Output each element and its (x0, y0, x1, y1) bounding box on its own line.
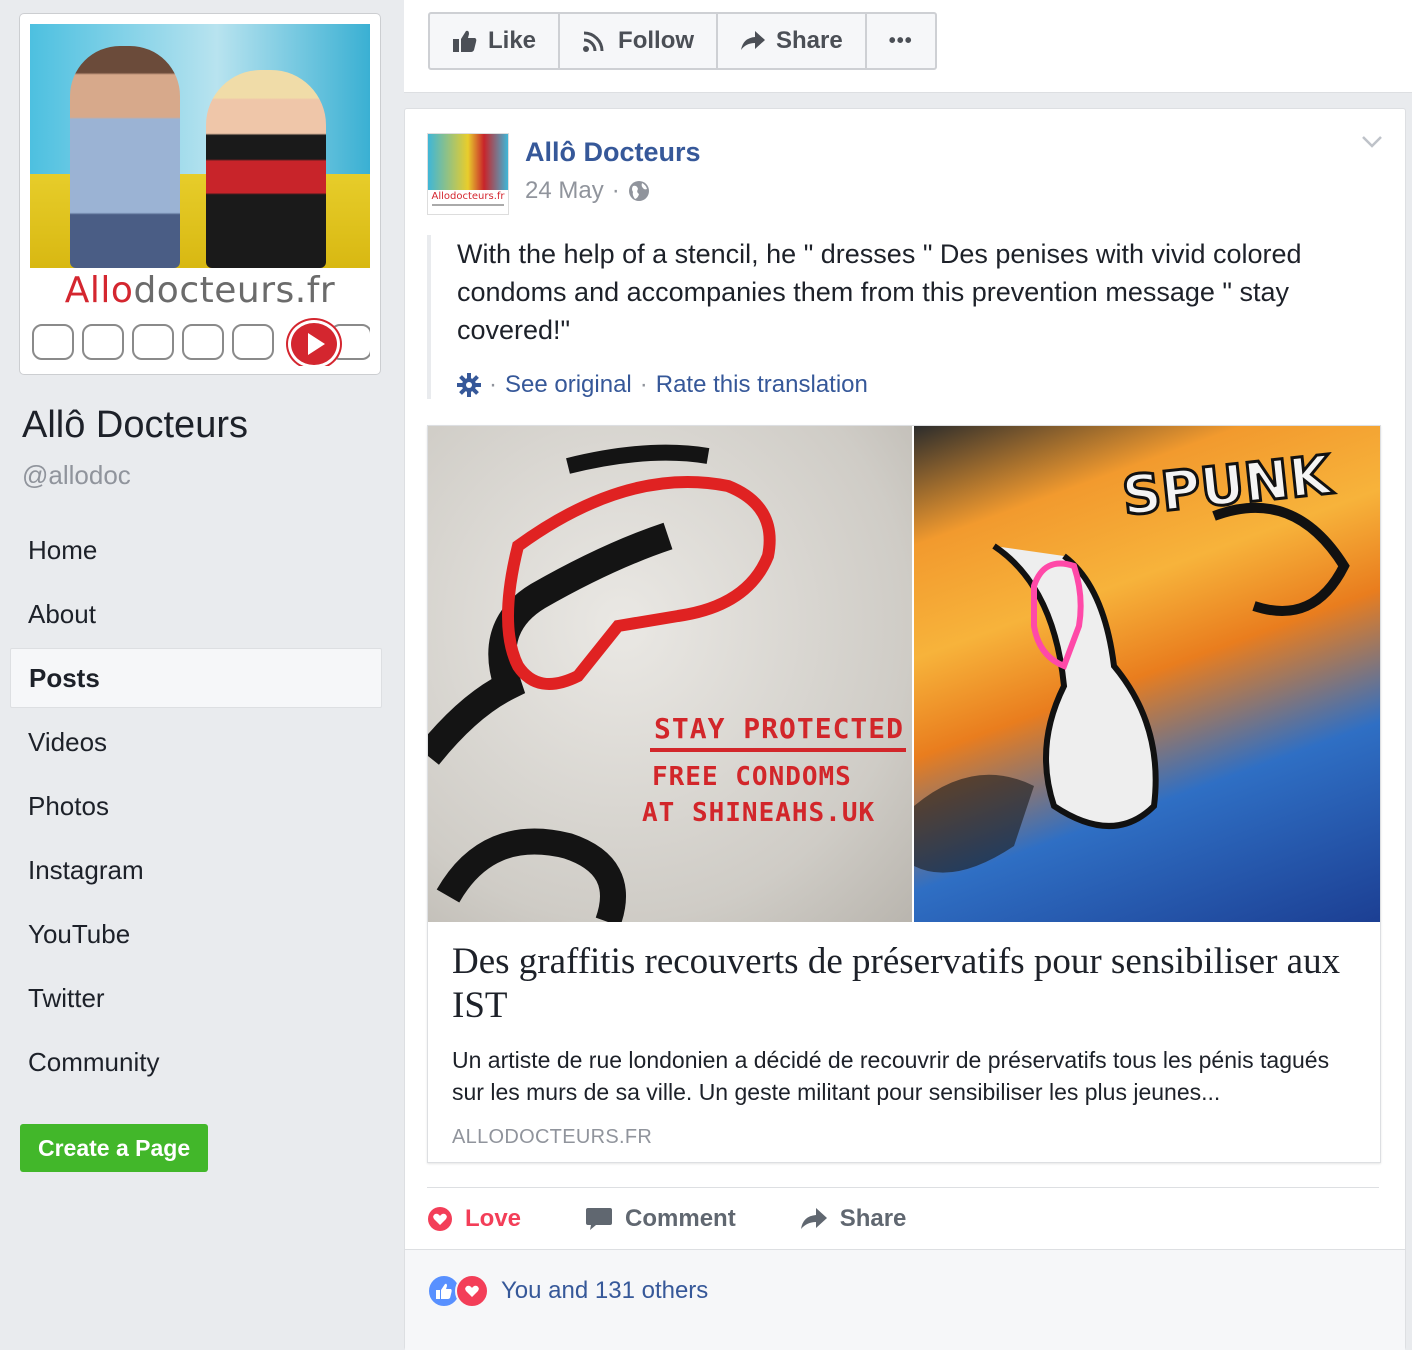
profile-picture[interactable]: Allodocteurs.fr (20, 14, 380, 374)
nav-item-photos[interactable]: Photos (10, 776, 382, 836)
post-author-name[interactable]: Allô Docteurs (525, 137, 701, 168)
link-preview-card[interactable]: STAY PROTECTED FREE CONDOMS AT SHINEAHS.… (427, 425, 1381, 1163)
globe-icon[interactable] (628, 180, 650, 202)
reaction-icons[interactable] (427, 1274, 489, 1308)
post-card: Allodocteurs.fr Allô Docteurs 24 May · W… (404, 108, 1406, 1350)
page-handle[interactable]: @allodoc (22, 460, 131, 491)
link-description: Un artiste de rue londonien a décidé de … (452, 1047, 1330, 1105)
create-page-button[interactable]: Create a Page (20, 1124, 209, 1172)
avatar-logo-text: Allodocteurs.fr (431, 191, 505, 202)
graffiti-photo-left: STAY PROTECTED FREE CONDOMS AT SHINEAHS.… (428, 426, 912, 922)
graffiti-photo-right: SPUNK (914, 426, 1380, 922)
nav-item-youtube[interactable]: YouTube (10, 904, 382, 964)
page-nav: Home About Posts Videos Photos Instagram… (10, 520, 382, 1096)
comment-label: Comment (625, 1205, 736, 1232)
see-original-link[interactable]: See original (505, 371, 632, 399)
nav-item-about[interactable]: About (10, 584, 382, 644)
stencil-text-line2: FREE CONDOMS (652, 762, 852, 792)
share-page-button[interactable]: Share (718, 14, 867, 68)
share-post-label: Share (839, 1205, 907, 1232)
profile-picture-image: Allodocteurs.fr (30, 24, 370, 366)
nav-item-instagram[interactable]: Instagram (10, 840, 382, 900)
reactions-summary: You and 131 others (405, 1249, 1405, 1350)
follow-label: Follow (618, 27, 695, 54)
play-icon (288, 320, 340, 366)
allodocteurs-logo: Allodocteurs.fr (64, 270, 336, 311)
like-label: Like (488, 27, 537, 54)
post-options-chevron[interactable] (1361, 135, 1383, 154)
nav-item-posts[interactable]: Posts (10, 648, 382, 708)
left-sidebar: Allodocteurs.fr Allô Docteurs @allodoc H… (0, 0, 400, 1340)
nav-item-twitter[interactable]: Twitter (10, 968, 382, 1028)
page-title: Allô Docteurs (22, 404, 248, 446)
presenter-man (70, 46, 180, 268)
translated-post-block: With the help of a stencil, he " dresses… (427, 235, 1397, 399)
heart-reaction-icon (455, 1274, 489, 1308)
rate-translation-link[interactable]: Rate this translation (656, 371, 868, 399)
page-action-bar: Like Follow Share ••• (404, 0, 1412, 93)
post-author-avatar[interactable]: Allodocteurs.fr (427, 133, 509, 215)
heart-icon (428, 1207, 452, 1231)
link-domain: ALLODOCTEURS.FR (452, 1126, 653, 1148)
gear-icon[interactable] (457, 373, 481, 397)
translation-row: · See original · Rate this translation (457, 371, 1397, 399)
post-meta: 24 May · (525, 177, 650, 205)
page-action-buttons: Like Follow Share ••• (428, 12, 937, 70)
nav-item-videos[interactable]: Videos (10, 712, 382, 772)
thumbs-up-icon (453, 30, 477, 52)
rss-follow-icon (583, 31, 604, 52)
link-preview-body: Des graffitis recouverts de préservatifs… (452, 940, 1356, 1149)
post-text: With the help of a stencil, he " dresses… (457, 239, 1302, 345)
reactions-count-text[interactable]: You and 131 others (501, 1274, 708, 1308)
logo-screens (30, 320, 370, 366)
comment-bubble-icon (586, 1208, 613, 1230)
more-dots-icon: ••• (888, 29, 913, 52)
share-arrow-icon (800, 1208, 827, 1229)
profile-photo (30, 24, 370, 268)
nav-item-home[interactable]: Home (10, 520, 382, 580)
like-page-button[interactable]: Like (430, 14, 561, 68)
link-title[interactable]: Des graffitis recouverts de préservatifs… (452, 940, 1356, 1028)
love-label: Love (465, 1205, 522, 1232)
share-post-button[interactable]: Share (800, 1205, 907, 1233)
more-options-button[interactable]: ••• (867, 14, 935, 68)
stencil-text-line1: STAY PROTECTED (654, 712, 905, 745)
love-reaction-button[interactable]: Love (427, 1205, 521, 1233)
chevron-down-icon (1362, 136, 1382, 148)
share-arrow-icon (741, 31, 766, 50)
link-preview-image[interactable]: STAY PROTECTED FREE CONDOMS AT SHINEAHS.… (428, 426, 1380, 922)
post-date[interactable]: 24 May (525, 177, 604, 205)
follow-page-button[interactable]: Follow (560, 14, 719, 68)
presenter-woman (206, 70, 326, 268)
share-label: Share (776, 27, 843, 54)
stencil-text-line3: AT SHINEAHS.UK (642, 798, 876, 828)
nav-item-community[interactable]: Community (10, 1032, 382, 1092)
post-action-bar: Love Comment Share (427, 1187, 1379, 1250)
comment-button[interactable]: Comment (585, 1205, 736, 1233)
graffiti-drawing-left (428, 444, 776, 922)
